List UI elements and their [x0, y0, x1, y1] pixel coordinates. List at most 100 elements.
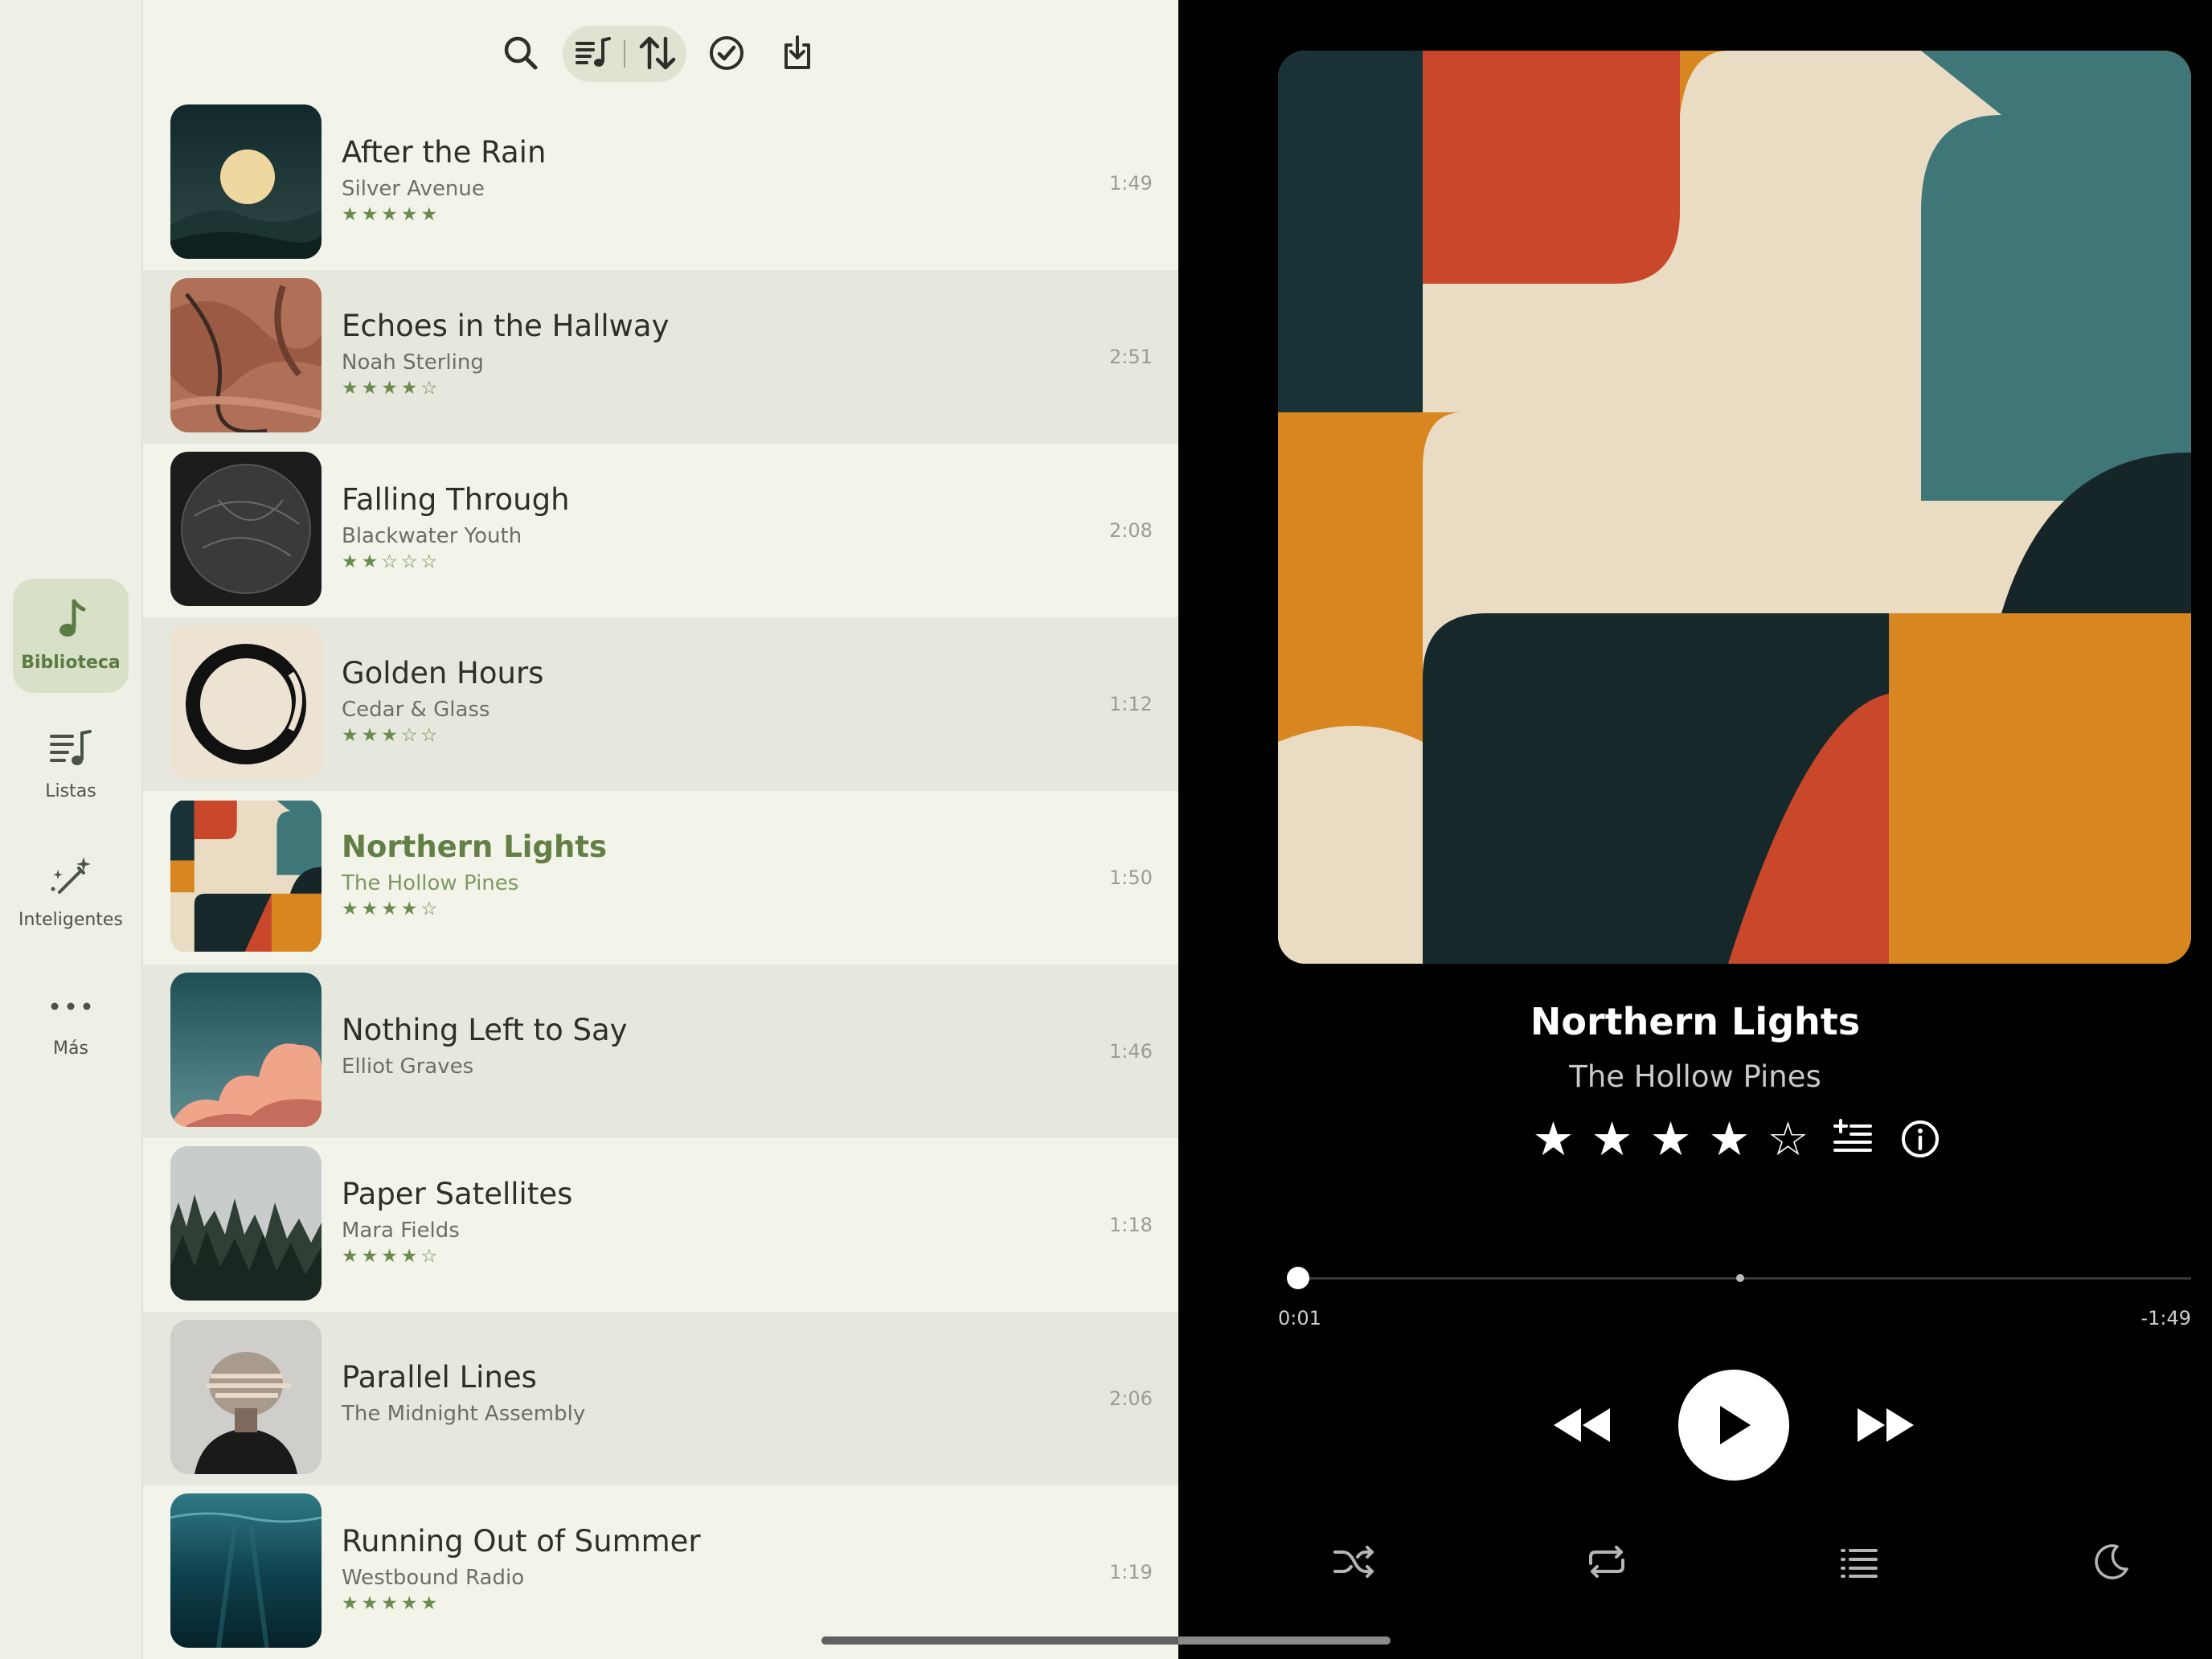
song-artist: Mara Fields: [342, 1219, 460, 1243]
now-playing-artist[interactable]: The Hollow Pines: [1178, 1059, 2212, 1094]
album-art: [170, 625, 322, 780]
album-art: [170, 104, 322, 259]
song-duration: 2:06: [1109, 1387, 1153, 1410]
song-list-icon[interactable]: [566, 26, 621, 80]
progress-knob[interactable]: [1287, 1267, 1310, 1289]
song-title: Falling Through: [342, 482, 570, 517]
info-icon[interactable]: [1895, 1114, 1945, 1164]
song-duration: 2:08: [1109, 519, 1153, 542]
sidebar-item-label: Biblioteca: [21, 653, 121, 673]
sidebar-item-label: Inteligentes: [18, 910, 123, 930]
song-row[interactable]: Falling Through Blackwater Youth ★★☆☆☆ 2…: [143, 444, 1178, 617]
star-icon[interactable]: ★: [1641, 1112, 1700, 1165]
song-duration: 1:18: [1109, 1214, 1153, 1236]
rewind-button[interactable]: [1550, 1393, 1614, 1457]
fast-forward-icon: [1858, 1408, 1914, 1442]
song-artist: The Midnight Assembly: [342, 1402, 586, 1426]
song-rating: ★★★★★: [342, 204, 441, 225]
sidebar: Biblioteca Listas Inteligentes Más: [0, 0, 143, 1659]
song-row[interactable]: Nothing Left to Say Elliot Graves 1:46: [143, 965, 1178, 1138]
song-row[interactable]: Paper Satellites Mara Fields ★★★★☆ 1:18: [143, 1138, 1178, 1312]
fast-forward-button[interactable]: [1854, 1393, 1918, 1457]
song-title: Echoes in the Hallway: [342, 309, 670, 343]
star-icon[interactable]: ★: [1700, 1112, 1759, 1165]
song-rating: ★★★★★: [342, 1593, 441, 1614]
sidebar-item-inteligentes[interactable]: Inteligentes: [13, 836, 129, 950]
sort-icon[interactable]: [630, 26, 685, 80]
sidebar-item-listas[interactable]: Listas: [13, 707, 129, 821]
sidebar-item-label: Más: [53, 1038, 88, 1059]
star-icon[interactable]: ★: [1583, 1112, 1641, 1165]
song-row[interactable]: Parallel Lines The Midnight Assembly 2:0…: [143, 1312, 1178, 1485]
song-row[interactable]: Echoes in the Hallway Noah Sterling ★★★★…: [143, 270, 1178, 444]
song-duration: 2:51: [1109, 346, 1153, 368]
song-rating: ★★★☆☆: [342, 725, 441, 746]
song-artist: Elliot Graves: [342, 1055, 474, 1079]
song-title: Nothing Left to Say: [342, 1013, 628, 1047]
more-dots-icon: [13, 982, 129, 1030]
album-art: [170, 1493, 322, 1648]
song-title: Golden Hours: [342, 656, 544, 690]
playlist-icon: [13, 725, 129, 773]
elapsed-time: 0:01: [1278, 1307, 1321, 1329]
now-playing-artwork: [1278, 51, 2191, 964]
play-icon: [1720, 1406, 1751, 1444]
song-rating: ★★★★☆: [342, 378, 441, 399]
album-art: [170, 1320, 322, 1474]
sidebar-item-mas[interactable]: Más: [13, 965, 129, 1079]
home-indicator[interactable]: [821, 1636, 1391, 1645]
star-outline-icon[interactable]: ☆: [1759, 1112, 1817, 1165]
song-row[interactable]: After the Rain Silver Avenue ★★★★★ 1:49: [143, 96, 1178, 270]
song-duration: 1:46: [1109, 1040, 1153, 1063]
list-toolbar: [143, 0, 1178, 104]
add-to-playlist-icon[interactable]: [1828, 1114, 1878, 1164]
song-artist: Blackwater Youth: [342, 524, 522, 548]
song-row-current[interactable]: Northern Lights The Hollow Pines ★★★★☆ 1…: [143, 791, 1178, 965]
song-title: Paper Satellites: [342, 1177, 573, 1211]
song-artist: Noah Sterling: [342, 350, 484, 375]
now-playing-panel: Northern Lights The Hollow Pines ★ ★ ★ ★…: [1178, 0, 2212, 1659]
shuffle-icon[interactable]: [1326, 1534, 1382, 1590]
album-art: [170, 799, 322, 953]
song-artist: Westbound Radio: [342, 1566, 525, 1590]
magic-wand-icon: [13, 854, 129, 902]
star-icon[interactable]: ★: [1524, 1112, 1583, 1165]
download-icon[interactable]: [770, 26, 825, 80]
play-button[interactable]: [1678, 1370, 1789, 1481]
sidebar-item-label: Listas: [45, 781, 96, 801]
song-duration: 1:12: [1109, 693, 1153, 715]
rewind-icon: [1554, 1408, 1610, 1442]
song-list-panel: After the Rain Silver Avenue ★★★★★ 1:49 …: [143, 0, 1178, 1659]
remaining-time: -1:49: [2140, 1307, 2191, 1329]
album-art: [170, 973, 322, 1127]
sidebar-item-biblioteca[interactable]: Biblioteca: [13, 579, 129, 693]
album-art: [170, 452, 322, 606]
song-duration: 1:50: [1109, 866, 1153, 889]
song-duration: 1:19: [1109, 1561, 1153, 1583]
song-title: Running Out of Summer: [342, 1524, 701, 1559]
repeat-icon[interactable]: [1579, 1534, 1635, 1590]
song-artist: The Hollow Pines: [342, 871, 519, 895]
song-artist: Silver Avenue: [342, 177, 485, 201]
song-title: Parallel Lines: [342, 1360, 537, 1395]
now-playing-title: Northern Lights: [1530, 1000, 1861, 1043]
song-row[interactable]: Golden Hours Cedar & Glass ★★★☆☆ 1:12: [143, 617, 1178, 791]
queue-list-icon[interactable]: [1831, 1534, 1887, 1590]
album-art: [170, 278, 322, 432]
progress-slider[interactable]: [1287, 1267, 2191, 1289]
toolbar-divider: [624, 40, 625, 68]
song-artist: Cedar & Glass: [342, 698, 490, 722]
rating-stars: ★ ★ ★ ★ ☆: [1524, 1112, 1817, 1165]
song-rating: ★★☆☆☆: [342, 551, 441, 572]
sleep-timer-moon-icon[interactable]: [2083, 1534, 2140, 1590]
song-rating: ★★★★☆: [342, 899, 441, 920]
search-icon[interactable]: [494, 26, 548, 80]
music-note-icon: [13, 596, 129, 645]
song-duration: 1:49: [1109, 172, 1153, 195]
song-row[interactable]: Running Out of Summer Westbound Radio ★★…: [143, 1485, 1178, 1659]
song-rating: ★★★★☆: [342, 1246, 441, 1267]
song-title: Northern Lights: [342, 830, 608, 864]
song-title: After the Rain: [342, 135, 547, 170]
album-art: [170, 1146, 322, 1301]
select-check-icon[interactable]: [699, 26, 754, 80]
